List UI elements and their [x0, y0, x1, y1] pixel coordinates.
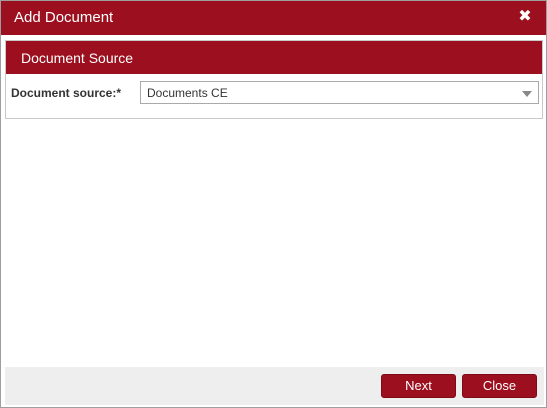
document-source-select[interactable]: Documents CE: [140, 81, 539, 104]
document-source-label: Document source:*: [11, 86, 122, 100]
next-button[interactable]: Next: [381, 374, 456, 398]
document-source-value: Documents CE: [147, 86, 228, 100]
chevron-down-icon: [522, 91, 532, 97]
close-button[interactable]: Close: [462, 374, 537, 398]
dialog-footer: Next Close: [5, 367, 544, 405]
close-x-icon[interactable]: ✖: [516, 7, 534, 27]
dialog-title: Add Document: [14, 9, 114, 26]
add-document-dialog: Add Document ✖ Document Source Document …: [0, 0, 547, 408]
document-source-section: Document Source Document source:* Docume…: [5, 40, 543, 119]
section-header: Document Source: [6, 41, 542, 74]
section-title: Document Source: [21, 50, 134, 66]
dialog-titlebar: Add Document ✖: [1, 1, 546, 35]
